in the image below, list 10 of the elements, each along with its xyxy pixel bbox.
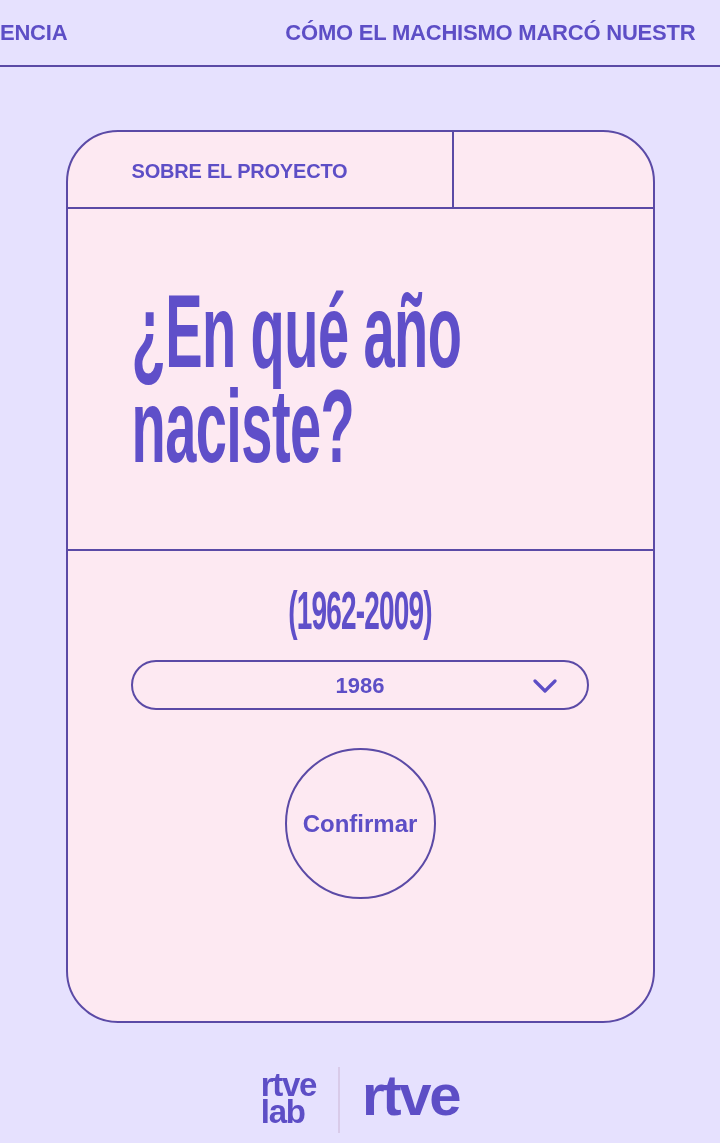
stacked-logo: rtve lab [260,1071,317,1129]
about-link[interactable]: SOBRE EL PROYECTO [131,155,348,186]
year-select[interactable]: 1986 [131,660,589,710]
question-heading: ¿En qué año naciste? [131,284,463,473]
confirm-button[interactable]: Confirmar [284,748,436,899]
chevron-down-icon [533,679,557,693]
nav-link[interactable]: CÓMO EL MACHISMO MARCÓ NUESTR [285,16,696,49]
year-range-label: (1962-2009) [288,585,432,639]
nav-link[interactable]: ENCIA [0,16,68,49]
wordmark-logo: rtve [362,1065,460,1129]
